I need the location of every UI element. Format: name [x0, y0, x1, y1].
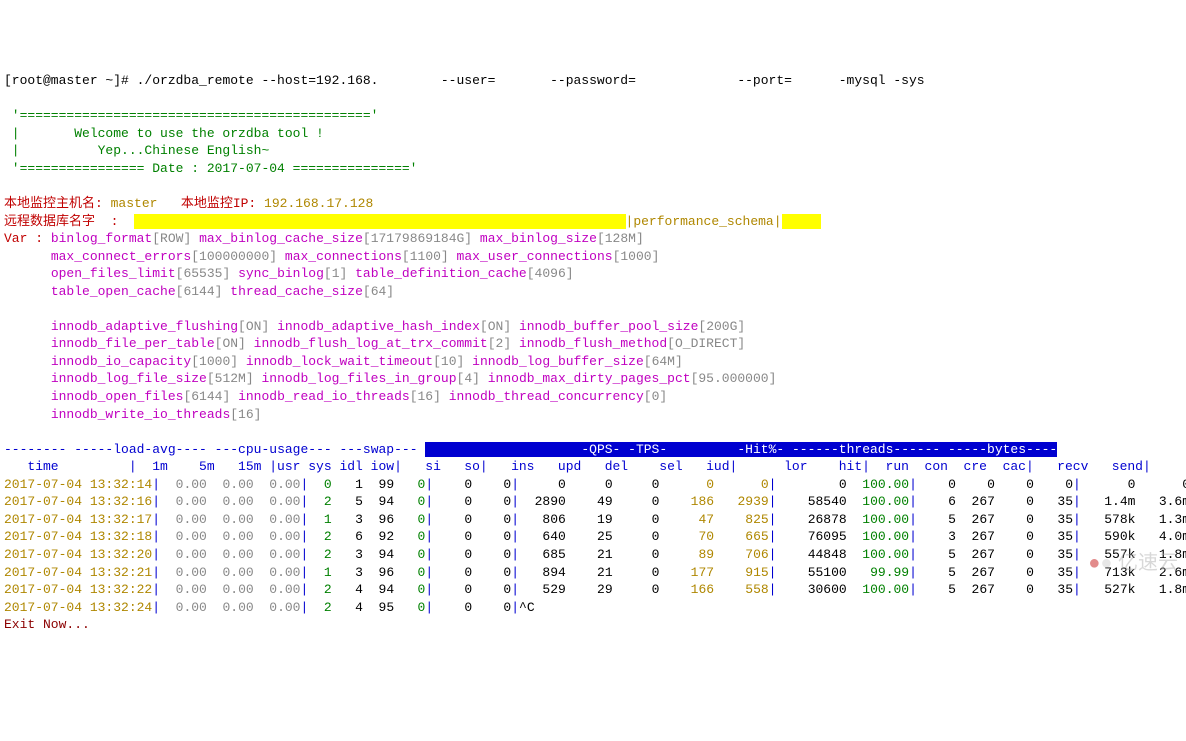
shell-prompt: [root@master ~]# ./orzdba_remote --host=… — [4, 72, 1186, 90]
terminal-output: [root@master ~]# ./orzdba_remote --host=… — [4, 72, 1186, 634]
config-var-line: max_connect_errors[100000000] max_connec… — [4, 248, 1186, 266]
watermark: ●● 亿速云 — [1088, 550, 1178, 577]
table-row: 2017-07-04 13:32:20| 0.00 0.00 0.00| 2 3… — [4, 546, 1186, 564]
table-row: 2017-07-04 13:32:17| 0.00 0.00 0.00| 1 3… — [4, 511, 1186, 529]
config-var-line: innodb_io_capacity[1000] innodb_lock_wai… — [4, 353, 1186, 371]
table-group-header: -------- -----load-avg---- ---cpu-usage-… — [4, 441, 1186, 459]
config-var-line: open_files_limit[65535] sync_binlog[1] t… — [4, 265, 1186, 283]
config-var-line: table_open_cache[6144] thread_cache_size… — [4, 283, 1186, 301]
table-row: 2017-07-04 13:32:22| 0.00 0.00 0.00| 2 4… — [4, 581, 1186, 599]
config-var-line: Var : binlog_format[ROW] max_binlog_cach… — [4, 230, 1186, 248]
table-row: 2017-07-04 13:32:24| 0.00 0.00 0.00| 2 4… — [4, 599, 1186, 617]
table-row: 2017-07-04 13:32:21| 0.00 0.00 0.00| 1 3… — [4, 564, 1186, 582]
config-var-line: innodb_open_files[6144] innodb_read_io_t… — [4, 388, 1186, 406]
table-column-header: time | 1m 5m 15m |usr sys idl iow| si so… — [4, 458, 1186, 476]
table-row: 2017-07-04 13:32:14| 0.00 0.00 0.00| 0 1… — [4, 476, 1186, 494]
config-var-line: innodb_log_file_size[512M] innodb_log_fi… — [4, 370, 1186, 388]
config-var-line: innodb_file_per_table[ON] innodb_flush_l… — [4, 335, 1186, 353]
config-var-line: innodb_adaptive_flushing[ON] innodb_adap… — [4, 318, 1186, 336]
table-row: 2017-07-04 13:32:18| 0.00 0.00 0.00| 2 6… — [4, 528, 1186, 546]
table-row: 2017-07-04 13:32:16| 0.00 0.00 0.00| 2 5… — [4, 493, 1186, 511]
config-var-line — [4, 300, 1186, 318]
config-var-line: innodb_write_io_threads[16] — [4, 406, 1186, 424]
